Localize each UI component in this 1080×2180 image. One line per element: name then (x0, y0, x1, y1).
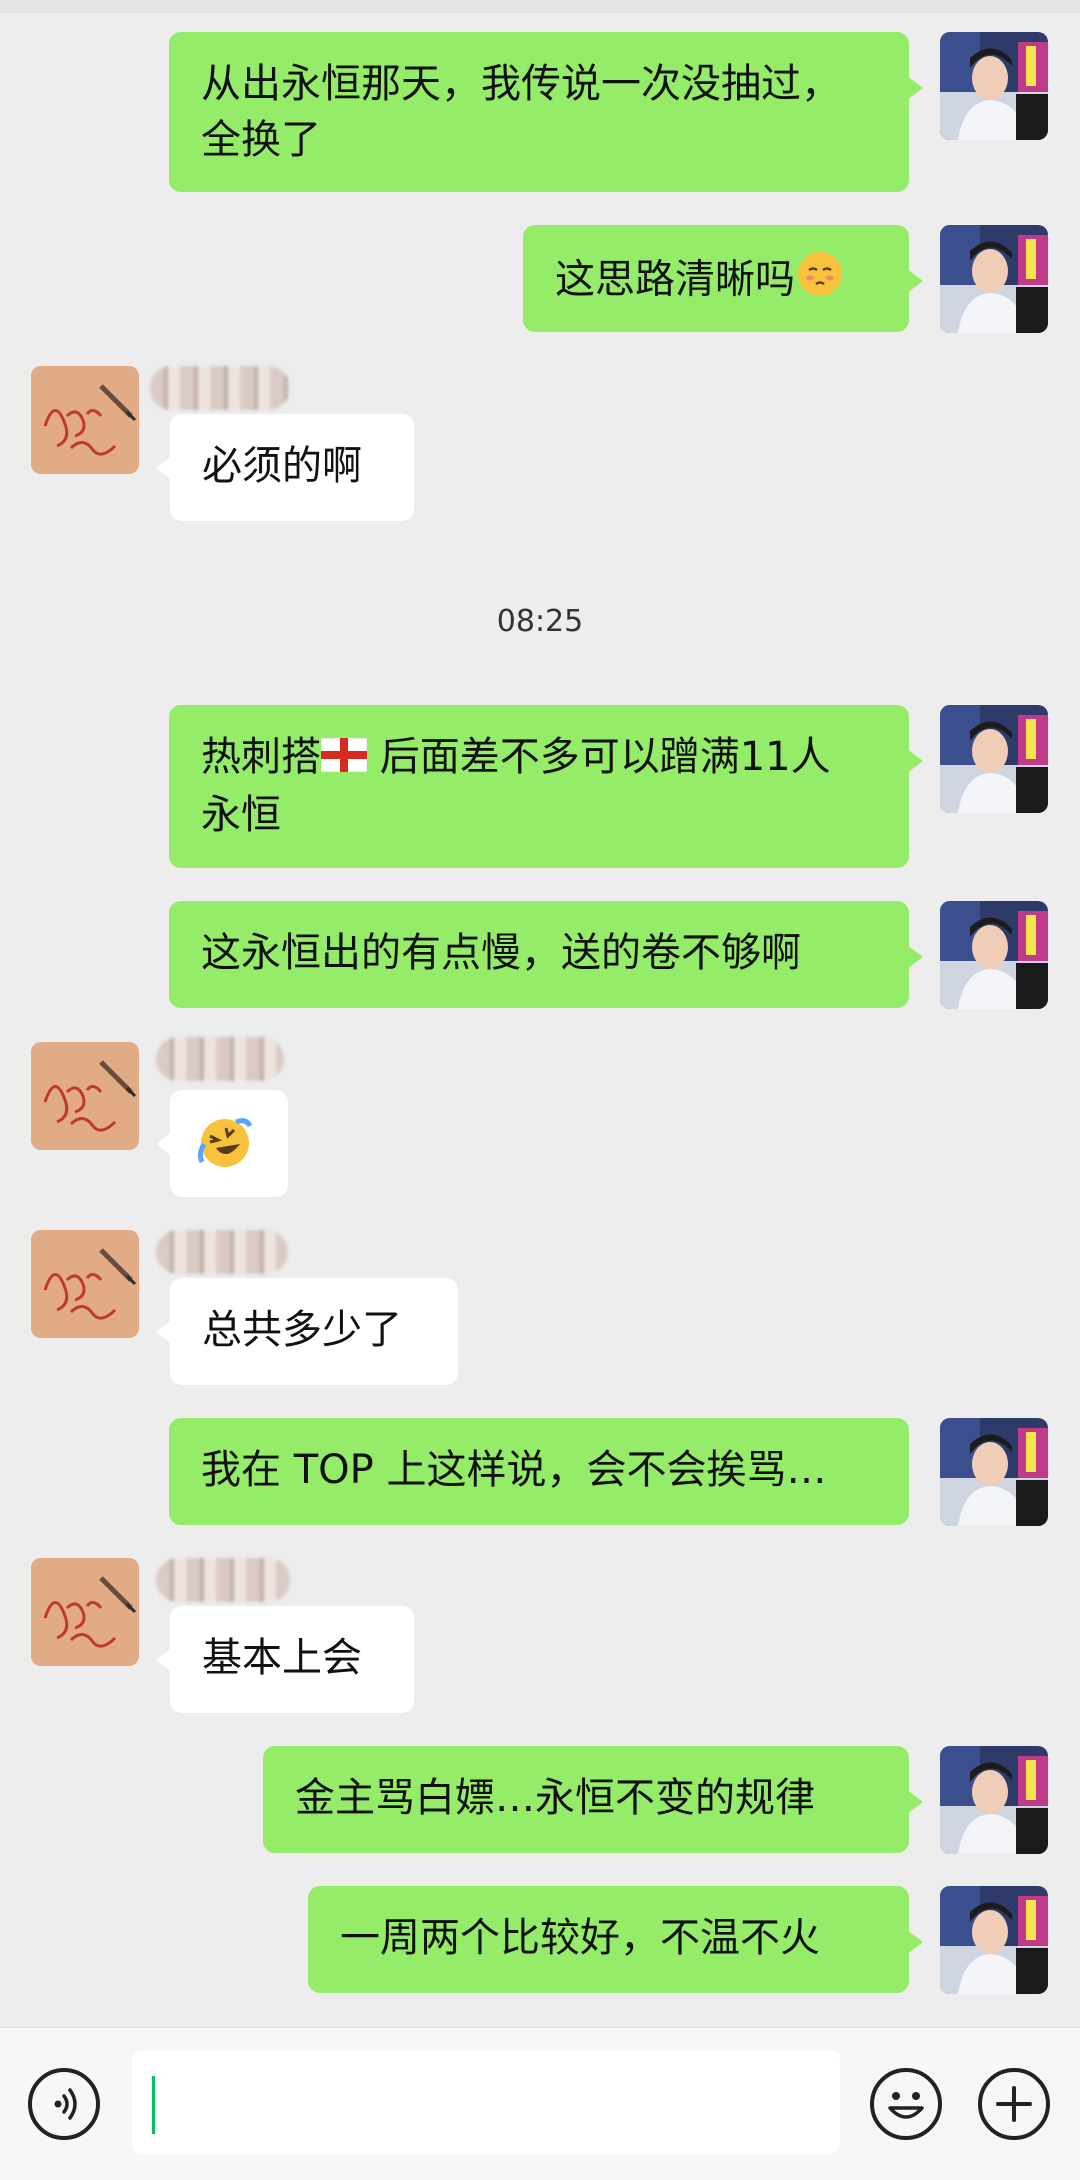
message-incoming[interactable]: 总共多少了 (156, 1278, 458, 1385)
my-avatar[interactable] (940, 901, 1048, 1009)
message-outgoing[interactable]: 这思路清晰吗 (523, 225, 923, 332)
rolling-on-floor-laughing-icon (196, 1114, 254, 1187)
message-outgoing[interactable]: 一周两个比较好，不温不火 (308, 1886, 923, 1993)
sender-nickname-blurred (150, 366, 290, 410)
message-input[interactable] (132, 2050, 840, 2154)
message-incoming[interactable] (156, 1090, 288, 1197)
sender-nickname-blurred (156, 1230, 288, 1274)
my-avatar[interactable] (940, 32, 1048, 140)
message-text: 基本上会 (202, 1635, 362, 1681)
message-incoming[interactable]: 基本上会 (156, 1606, 414, 1713)
message-text: 总共多少了 (202, 1307, 402, 1353)
message-text: 金主骂白嫖…永恒不变的规律 (295, 1775, 815, 1821)
message-text: 从出永恒那天，我传说一次没抽过，全换了 (201, 61, 841, 163)
smiley-icon[interactable] (870, 2068, 942, 2140)
message-text: 必须的啊 (202, 443, 362, 489)
my-avatar[interactable] (940, 1418, 1048, 1526)
timestamp: 08:25 (496, 604, 584, 639)
message-outgoing[interactable]: 金主骂白嫖…永恒不变的规律 (263, 1746, 923, 1853)
my-avatar[interactable] (940, 1746, 1048, 1854)
friend-avatar[interactable] (31, 1558, 139, 1666)
text-caret (152, 2076, 155, 2134)
my-avatar[interactable] (940, 1886, 1048, 1994)
voice-icon[interactable] (28, 2068, 100, 2140)
friend-avatar[interactable] (31, 1230, 139, 1338)
england-flag-icon (320, 731, 368, 787)
message-incoming[interactable]: 必须的啊 (156, 414, 414, 521)
message-outgoing[interactable]: 我在 TOP 上这样说，会不会挨骂… (169, 1418, 909, 1525)
friend-avatar[interactable] (31, 1042, 139, 1150)
friend-avatar[interactable] (31, 366, 139, 474)
message-text: 一周两个比较好，不温不火 (340, 1915, 820, 1961)
sender-nickname-blurred (156, 1558, 290, 1602)
chat-thread[interactable]: 从出永恒那天，我传说一次没抽过，全换了 这思路清晰吗 必须的啊 08:25 热刺… (0, 12, 1080, 2027)
sender-nickname-blurred (156, 1037, 284, 1081)
message-text: 这思路清晰吗 (555, 256, 795, 303)
message-outgoing[interactable]: 从出永恒那天，我传说一次没抽过，全换了 (169, 32, 923, 192)
plus-icon[interactable] (978, 2068, 1050, 2140)
my-avatar[interactable] (940, 225, 1048, 333)
input-bar (0, 2027, 1080, 2180)
message-outgoing[interactable]: 热刺搭 后面差不多可以蹭满11人 永恒 (169, 705, 923, 868)
message-outgoing[interactable]: 这永恒出的有点慢，送的卷不够啊 (169, 901, 923, 1008)
relieved-face-icon (795, 249, 845, 314)
message-text: 热刺搭 (201, 734, 321, 780)
message-text: 这永恒出的有点慢，送的卷不够啊 (201, 930, 801, 976)
my-avatar[interactable] (940, 705, 1048, 813)
message-text: 我在 TOP 上这样说，会不会挨骂… (201, 1447, 827, 1493)
